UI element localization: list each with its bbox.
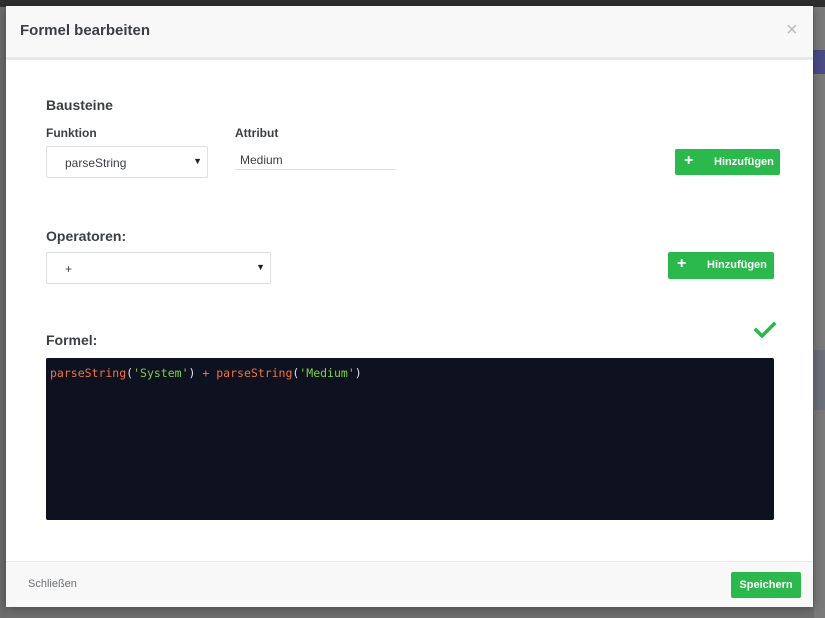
code-function-token: parseString [216, 366, 293, 380]
operator-select-value: + [65, 262, 73, 276]
save-button[interactable]: Speichern [731, 572, 801, 598]
attribut-label: Attribut [235, 126, 279, 140]
plus-icon: + [677, 255, 687, 272]
add-operator-button[interactable]: + Hinzufügen [668, 252, 774, 279]
attribut-input[interactable] [235, 150, 395, 170]
funktion-label: Funktion [46, 126, 97, 140]
close-icon[interactable]: × [786, 20, 798, 40]
formula-modal: Formel bearbeiten × Bausteine Funktion A… [6, 6, 813, 607]
plus-icon: + [684, 152, 694, 169]
funktion-select[interactable]: parseString ▼ [46, 146, 208, 178]
modal-title: Formel bearbeiten [20, 22, 151, 39]
code-function-token: parseString [50, 366, 127, 380]
background-right-panel [814, 7, 825, 618]
code-operator-token: + [202, 366, 210, 380]
funktion-select-value: parseString [65, 156, 127, 170]
add-operator-button-label: Hinzufügen [707, 259, 767, 271]
chevron-down-icon: ▼ [256, 262, 265, 272]
formula-editor[interactable]: parseString('System') + parseString('Med… [46, 358, 774, 520]
formel-heading: Formel: [46, 332, 98, 348]
background-card [812, 350, 825, 410]
background-button [812, 50, 825, 74]
code-paren-token: ) [354, 366, 362, 380]
chevron-down-icon: ▼ [193, 156, 202, 166]
bausteine-heading: Bausteine [46, 97, 113, 113]
operator-select[interactable]: + ▼ [46, 252, 271, 284]
modal-footer: Schließen Speichern [6, 561, 813, 607]
check-icon [754, 321, 776, 339]
close-button[interactable]: Schließen [28, 578, 77, 590]
formula-code-line: parseString('System') + parseString('Med… [50, 366, 362, 380]
code-paren-token: ) [188, 366, 196, 380]
modal-header: Formel bearbeiten × [6, 6, 813, 60]
code-string-token: 'System' [133, 366, 189, 380]
add-function-button-label: Hinzufügen [714, 156, 774, 168]
operatoren-heading: Operatoren: [46, 228, 127, 244]
code-string-token: 'Medium' [299, 366, 355, 380]
add-function-button[interactable]: + Hinzufügen [675, 149, 780, 175]
